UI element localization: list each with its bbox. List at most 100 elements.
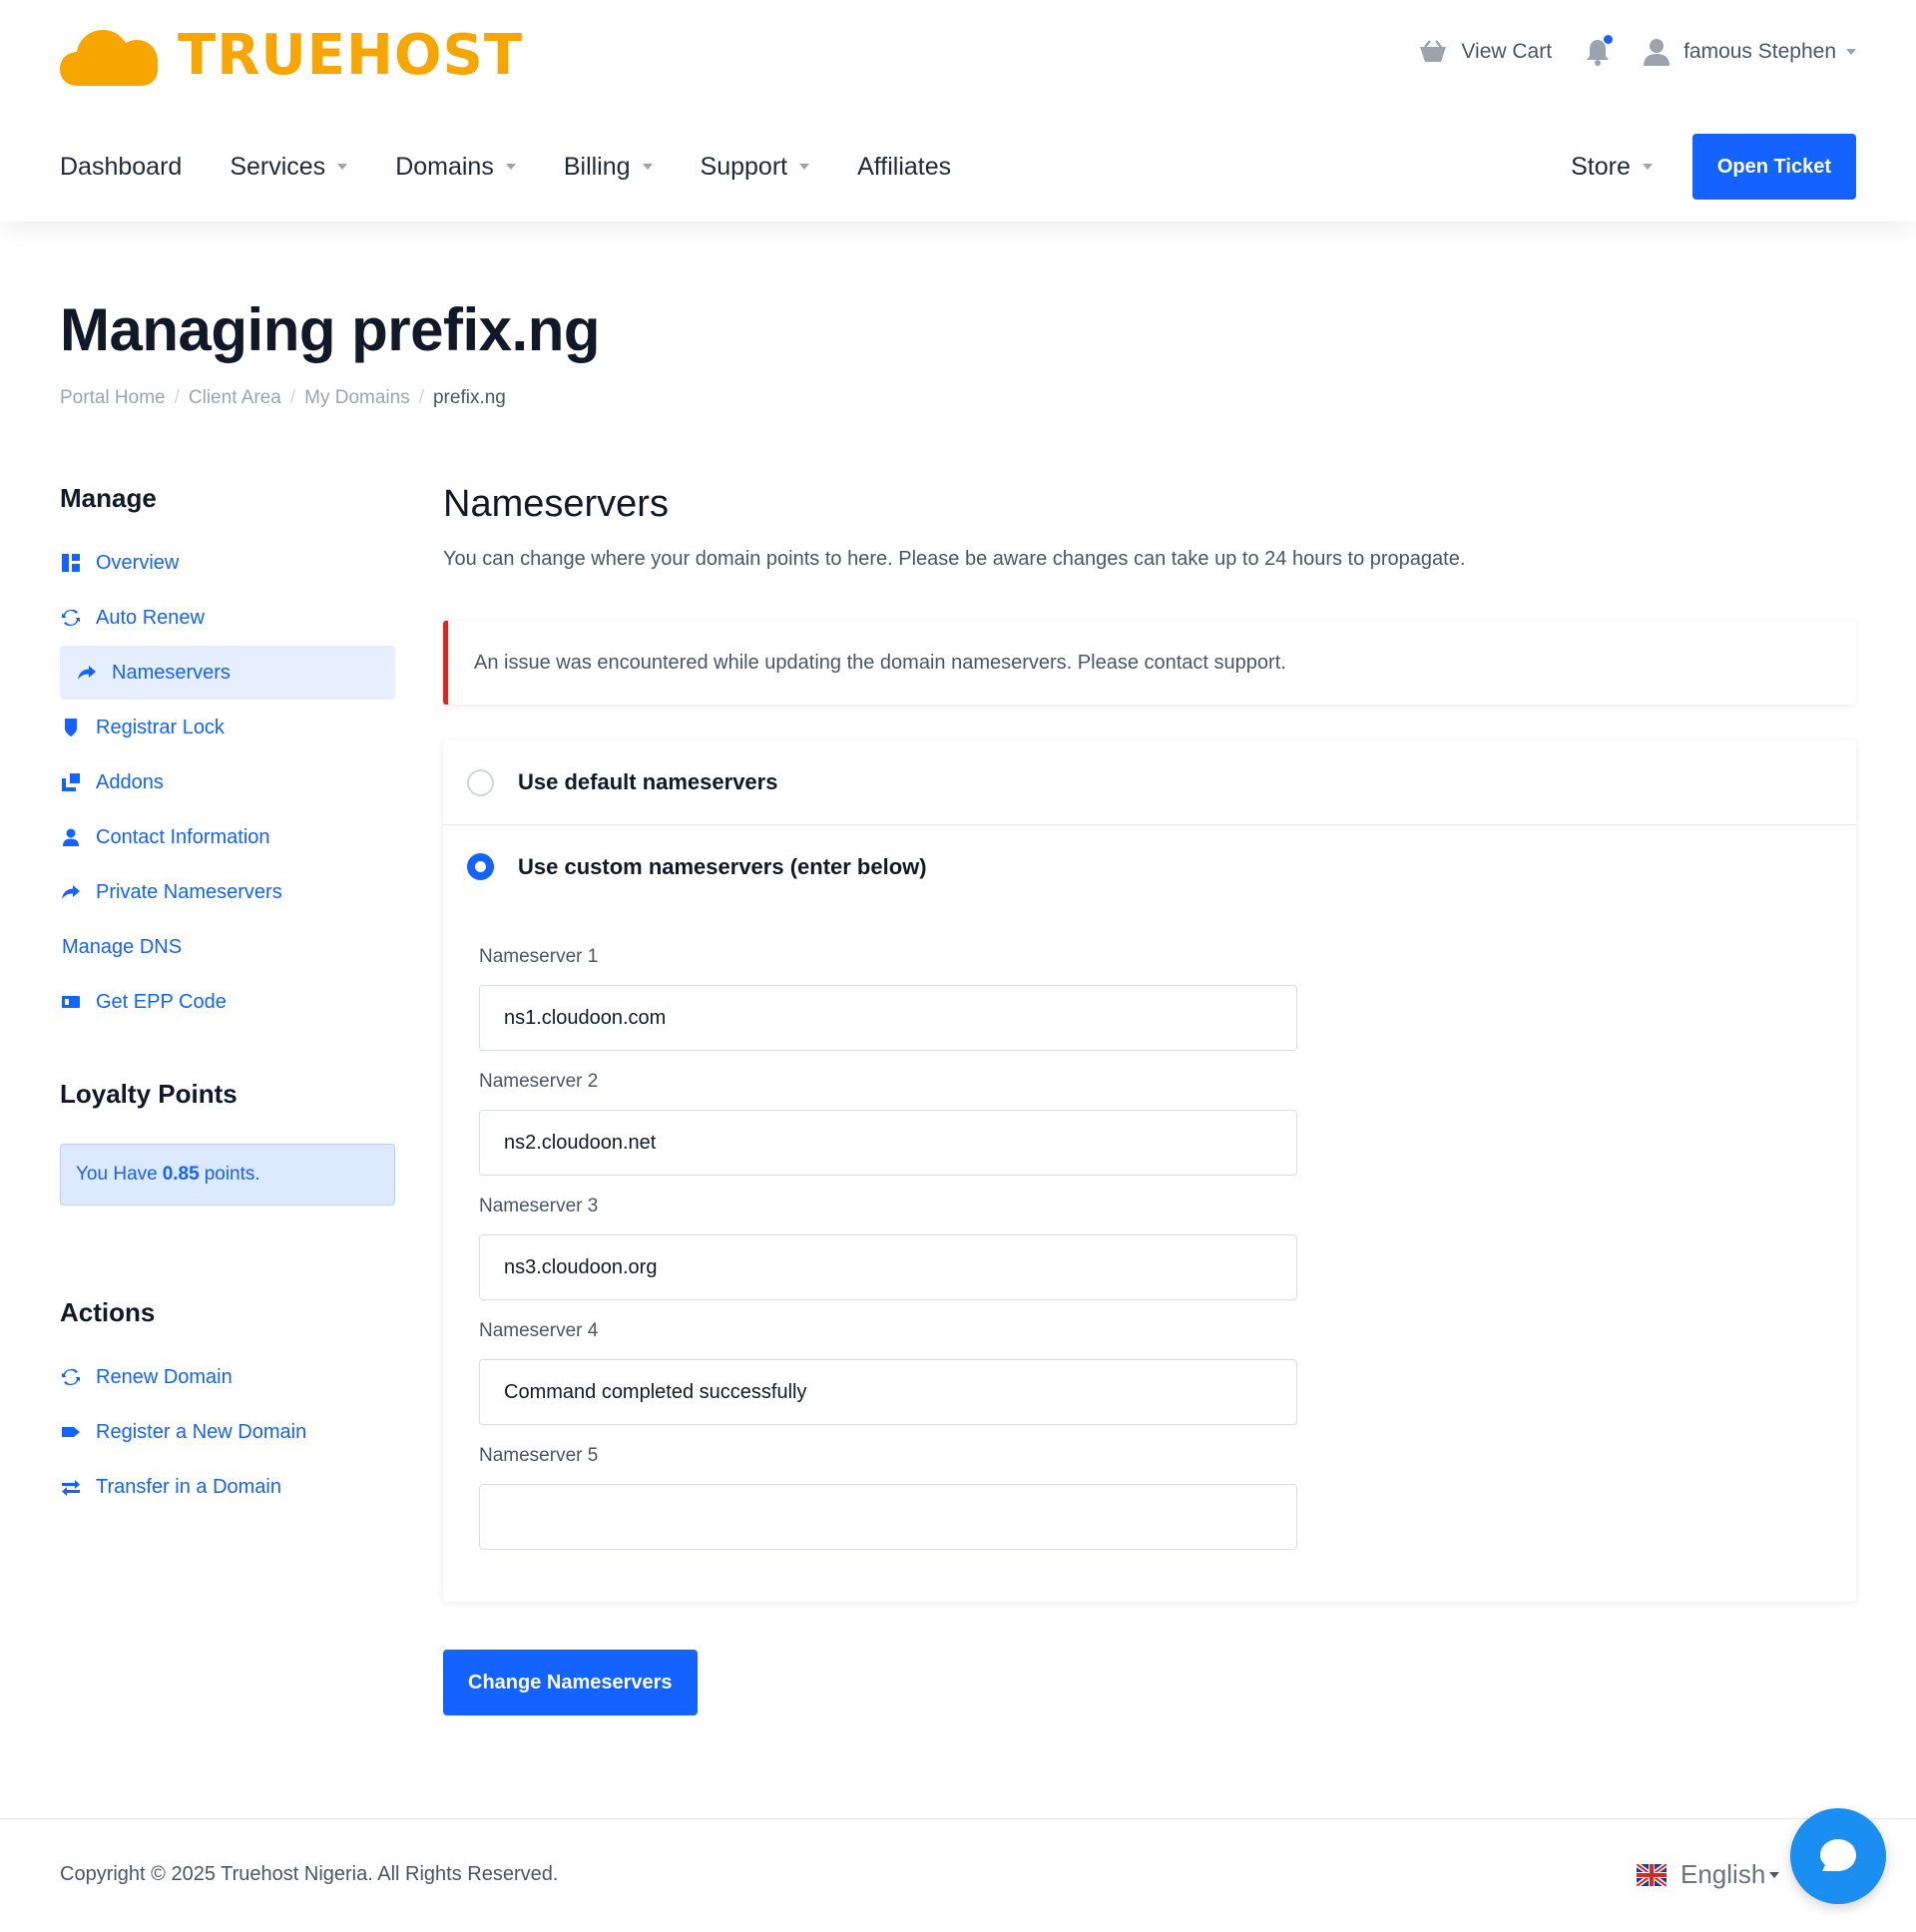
loyalty-suffix: points.	[204, 1164, 260, 1185]
nav-support[interactable]: Support	[701, 153, 810, 182]
main-nav: Dashboard Services Domains Billing Suppo…	[60, 134, 1856, 200]
nav-dashboard[interactable]: Dashboard	[60, 153, 182, 182]
sidebar-item-label: Contact Information	[96, 825, 270, 848]
id-card-icon	[62, 996, 80, 1008]
sidebar-item-addons[interactable]: Addons	[60, 755, 395, 809]
sidebar-item-get-epp-code[interactable]: Get EPP Code	[60, 975, 395, 1029]
nav-store-label: Store	[1571, 152, 1631, 181]
chevron-down-icon	[1642, 164, 1653, 170]
nameserver-1-input[interactable]	[479, 985, 1297, 1051]
breadcrumb: Portal Home / Client Area / My Domains /…	[60, 387, 506, 409]
change-nameservers-button[interactable]: Change Nameservers	[443, 1650, 698, 1715]
site-footer: Copyright © 2025 Truehost Nigeria. All R…	[0, 1818, 1916, 1932]
nav-domains[interactable]: Domains	[395, 153, 516, 182]
sidebar-item-private-nameservers[interactable]: Private Nameservers	[60, 865, 395, 919]
copyright-text: Copyright © 2025 Truehost Nigeria. All R…	[60, 1863, 559, 1885]
user-icon	[63, 828, 79, 846]
brand-logo[interactable]: TRUEHOST	[60, 22, 523, 88]
language-selector[interactable]: English	[1637, 1859, 1780, 1890]
manage-menu: Overview Auto Renew Nameservers Registra…	[60, 536, 395, 1029]
breadcrumb-my-domains[interactable]: My Domains	[304, 387, 410, 409]
nameserver-5-label: Nameserver 5	[479, 1445, 599, 1466]
cloud-logo-icon	[60, 22, 160, 88]
section-heading: Nameservers	[443, 483, 669, 525]
view-cart-link[interactable]: View Cart	[1419, 40, 1552, 64]
loyalty-points-box: You Have 0.85 points.	[60, 1144, 395, 1206]
sidebar-item-label: Addons	[96, 770, 164, 793]
nav-support-label: Support	[700, 152, 788, 181]
open-ticket-button[interactable]: Open Ticket	[1691, 134, 1856, 200]
chevron-down-icon	[505, 164, 516, 170]
option-default-nameservers[interactable]: Use default nameservers	[443, 740, 1856, 824]
nameserver-3-input[interactable]	[479, 1234, 1297, 1300]
sidebar-item-label: Get EPP Code	[96, 990, 227, 1013]
nameserver-5-input[interactable]	[479, 1484, 1297, 1550]
option-default-label: Use default nameservers	[518, 769, 778, 794]
sidebar-item-overview[interactable]: Overview	[60, 536, 395, 590]
nav-domains-label: Domains	[395, 152, 494, 181]
breadcrumb-separator: /	[418, 387, 424, 408]
user-icon	[1644, 39, 1671, 66]
user-name: famous Stephen	[1683, 40, 1836, 63]
radio-default[interactable]	[467, 768, 494, 796]
nav-store[interactable]: Store	[1571, 153, 1653, 182]
chevron-down-icon	[1846, 49, 1856, 55]
sidebar-item-label: Auto Renew	[96, 606, 205, 629]
notification-dot	[1604, 35, 1614, 44]
sidebar-item-nameservers[interactable]: Nameservers	[60, 646, 395, 700]
site-header: TRUEHOST View Cart famous Stephen Dashbo…	[0, 0, 1916, 222]
chat-bubble-icon	[1820, 1839, 1856, 1871]
sync-icon	[62, 1368, 80, 1386]
chevron-down-icon	[799, 164, 810, 170]
option-custom-nameservers[interactable]: Use custom nameservers (enter below)	[443, 824, 1856, 908]
header-utilities: View Cart famous Stephen	[1385, 35, 1856, 66]
nav-billing[interactable]: Billing	[564, 153, 653, 182]
tag-icon	[62, 1427, 80, 1437]
notifications-button[interactable]	[1586, 35, 1614, 66]
language-label: English	[1680, 1859, 1766, 1889]
nameserver-4-input[interactable]	[479, 1359, 1297, 1425]
chevron-down-icon	[337, 164, 348, 170]
share-arrow-icon	[78, 666, 96, 680]
nameserver-2-input[interactable]	[479, 1110, 1297, 1176]
radio-custom[interactable]	[467, 853, 494, 880]
option-custom-label: Use custom nameservers (enter below)	[518, 853, 927, 879]
action-transfer-domain[interactable]: Transfer in a Domain	[60, 1460, 395, 1514]
sidebar-item-label: Nameservers	[112, 661, 231, 684]
sidebar-item-label: Manage DNS	[62, 935, 183, 958]
share-arrow-icon	[62, 885, 80, 899]
uk-flag-icon	[1637, 1863, 1667, 1886]
sync-icon	[62, 609, 80, 627]
error-alert-text: An issue was encountered while updating …	[474, 651, 1286, 674]
nameserver-3-label: Nameserver 3	[479, 1196, 599, 1216]
nav-affiliates[interactable]: Affiliates	[857, 153, 951, 182]
view-cart-label: View Cart	[1461, 40, 1553, 63]
sidebar-item-registrar-lock[interactable]: Registrar Lock	[60, 701, 395, 754]
breadcrumb-separator: /	[289, 387, 296, 408]
nav-affiliates-label: Affiliates	[857, 152, 952, 181]
breadcrumb-portal-home[interactable]: Portal Home	[60, 387, 166, 409]
action-register-new-domain[interactable]: Register a New Domain	[60, 1405, 395, 1459]
sidebar-item-contact-information[interactable]: Contact Information	[60, 810, 395, 864]
sidebar-item-manage-dns[interactable]: Manage DNS	[60, 920, 395, 974]
exchange-icon	[62, 1480, 80, 1496]
action-label: Register a New Domain	[96, 1420, 307, 1443]
action-label: Transfer in a Domain	[96, 1475, 281, 1498]
nav-services[interactable]: Services	[230, 153, 348, 182]
nav-dashboard-label: Dashboard	[60, 152, 183, 181]
action-renew-domain[interactable]: Renew Domain	[60, 1350, 395, 1404]
overview-icon	[62, 554, 80, 572]
nameserver-2-label: Nameserver 2	[479, 1071, 599, 1092]
breadcrumb-client-area[interactable]: Client Area	[189, 387, 281, 409]
nameserver-1-label: Nameserver 1	[479, 946, 599, 967]
sidebar-item-auto-renew[interactable]: Auto Renew	[60, 591, 395, 645]
basket-icon	[1420, 40, 1447, 62]
sidebar-item-label: Registrar Lock	[96, 716, 225, 738]
nameservers-panel: Nameservers You can change where your do…	[443, 483, 1856, 1715]
chat-widget-button[interactable]	[1790, 1808, 1886, 1904]
nameserver-fields: Nameserver 1 Nameserver 2 Nameserver 3 N…	[443, 908, 1856, 1602]
section-description: You can change where your domain points …	[443, 548, 1466, 570]
nameservers-form: Use default nameservers Use custom names…	[443, 740, 1856, 1602]
user-menu[interactable]: famous Stephen	[1644, 38, 1856, 66]
brand-name: TRUEHOST	[178, 22, 524, 88]
